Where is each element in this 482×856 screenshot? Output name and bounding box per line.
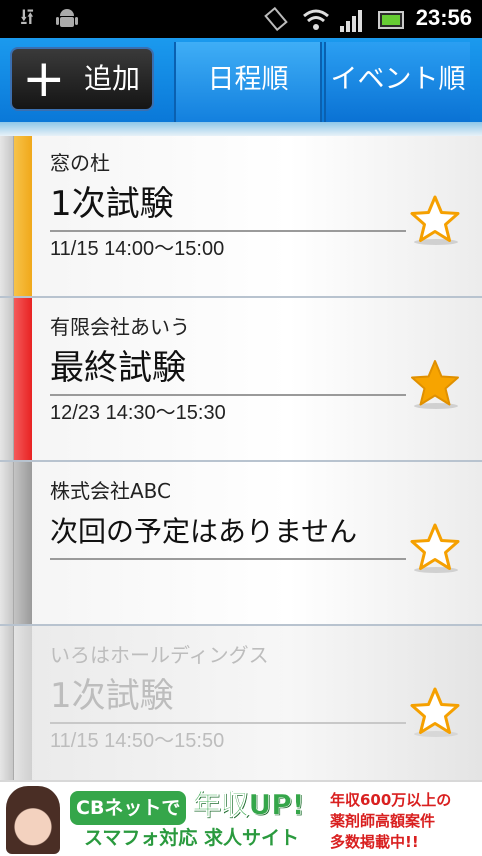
battery-icon: [378, 11, 404, 29]
rotate-icon: [262, 6, 290, 39]
ad-headline: 年収UP!: [192, 788, 305, 822]
color-bar: [14, 626, 32, 780]
company-name: 有限会社あいう: [50, 315, 190, 339]
add-button[interactable]: + 追加: [10, 47, 154, 111]
ad-brand: CBネットで: [70, 791, 187, 825]
divider: [50, 394, 406, 396]
wifi-icon: [302, 6, 330, 39]
star-filled-icon[interactable]: [408, 358, 462, 410]
color-bar: [14, 298, 32, 460]
divider: [50, 558, 406, 560]
row-rail: [0, 626, 14, 780]
event-list[interactable]: 窓の杜 1次試験 11/15 14:00〜15:00 有限会社あいう 最終試験 …: [0, 122, 482, 780]
android-debug-icon: [56, 6, 78, 37]
event-row[interactable]: 有限会社あいう 最終試験 12/23 14:30〜15:30: [0, 298, 482, 462]
row-rail: [0, 462, 14, 624]
ad-banner[interactable]: CBネットで 年収UP! スマフォ対応 求人サイト 年収600万以上の 薬剤師高…: [0, 780, 482, 856]
company-name: 株式会社ABC: [50, 479, 172, 503]
ad-subline: スマフォ対応 求人サイト: [84, 827, 300, 849]
ad-right-text: 年収600万以上の 薬剤師高額案件 多数掲載中!!: [330, 790, 476, 853]
ad-right-line: 年収600万以上の: [330, 791, 452, 809]
row-rail: [0, 134, 14, 296]
ad-person-image: [6, 786, 60, 854]
company-name: 窓の杜: [50, 151, 110, 175]
event-title: 1次試験: [50, 676, 174, 716]
color-bar: [14, 462, 32, 624]
status-bar: ⭿ 23:56: [0, 0, 482, 38]
usb-icon: ⭿: [20, 6, 35, 31]
event-row[interactable]: いろはホールディングス 1次試験 11/15 14:50〜15:50: [0, 626, 482, 780]
event-title: 次回の予定はありません: [50, 515, 358, 548]
star-outline-icon[interactable]: [408, 522, 462, 574]
row-rail: [0, 298, 14, 460]
ad-headline-row: CBネットで 年収UP!: [70, 788, 305, 825]
event-title: 1次試験: [50, 184, 174, 224]
plus-icon: +: [22, 49, 66, 109]
divider: [50, 230, 406, 232]
star-outline-icon[interactable]: [408, 686, 462, 738]
event-time: 11/15 14:50〜15:50: [50, 730, 225, 752]
event-row[interactable]: 窓の杜 1次試験 11/15 14:00〜15:00: [0, 134, 482, 298]
ad-right-line: 薬剤師高額案件: [330, 812, 436, 830]
toolbar: + 追加 日程順 イベント順: [0, 38, 482, 122]
color-bar: [14, 134, 32, 296]
add-button-label: 追加: [84, 62, 141, 95]
signal-icon: [340, 10, 364, 32]
event-time: 11/15 14:00〜15:00: [50, 238, 225, 260]
company-name: いろはホールディングス: [50, 643, 269, 667]
ad-right-line: 多数掲載中!!: [330, 833, 419, 851]
tab-by-date[interactable]: 日程順: [174, 42, 322, 122]
divider: [50, 722, 406, 724]
event-time: 12/23 14:30〜15:30: [50, 402, 226, 424]
star-outline-icon[interactable]: [408, 194, 462, 246]
tab-by-event[interactable]: イベント順: [324, 42, 470, 122]
status-time: 23:56: [415, 5, 472, 30]
event-title: 最終試験: [50, 348, 186, 388]
event-row[interactable]: 株式会社ABC 次回の予定はありません: [0, 462, 482, 626]
